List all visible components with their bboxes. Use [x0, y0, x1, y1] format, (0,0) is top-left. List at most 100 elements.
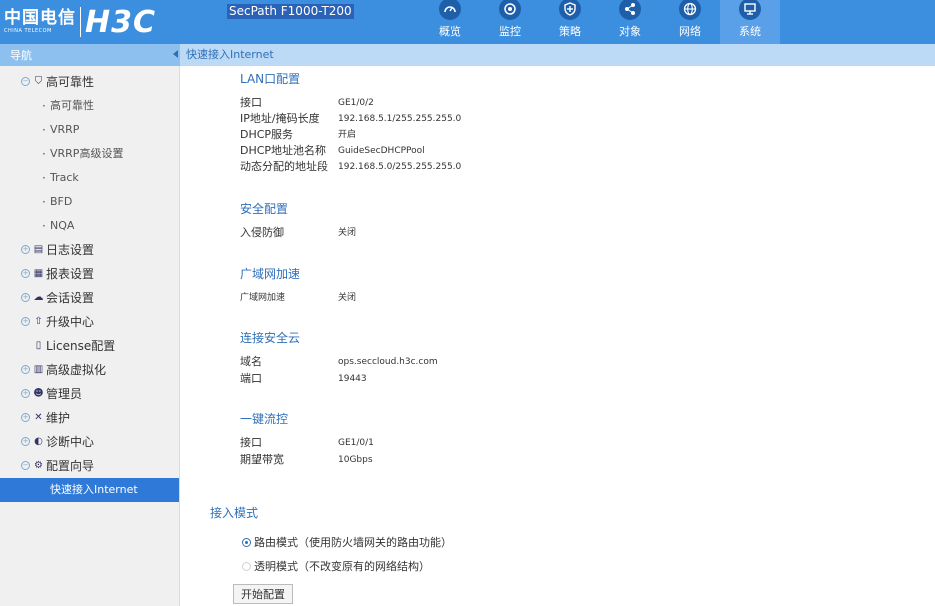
sidebar-item-track[interactable]: · Track — [0, 166, 179, 190]
globe-icon — [679, 0, 701, 20]
sidebar-item-label: 管理员 — [46, 387, 83, 401]
bullet: · — [42, 123, 46, 137]
lan-row: IP地址/掩码长度 192.168.5.1/255.255.255.0 — [240, 111, 461, 127]
collapse-sidebar-icon[interactable] — [173, 50, 178, 58]
field-label: 接口 — [240, 96, 262, 109]
sidebar-item-nqa[interactable]: · NQA — [0, 214, 179, 238]
logo-divider — [80, 7, 81, 37]
sidebar-item-label: 诊断中心 — [46, 435, 95, 449]
field-value: 10Gbps — [338, 455, 373, 465]
tab-network[interactable]: 网络 — [660, 0, 720, 44]
shield-icon — [559, 0, 581, 20]
sidebar-item-quick-internet[interactable]: 快速接入Internet — [0, 478, 179, 502]
expand-toggle-icon[interactable]: + — [21, 269, 30, 278]
radio-label: 路由模式（使用防火墙网关的路由功能） — [254, 536, 452, 549]
section-title-lan: LAN口配置 — [240, 72, 301, 86]
dashboard-icon — [439, 0, 461, 20]
sidebar-item-label: 报表设置 — [46, 267, 95, 281]
tab-system[interactable]: 系统 — [720, 0, 780, 44]
field-label: 域名 — [240, 355, 262, 368]
field-value: ops.seccloud.h3c.com — [338, 357, 438, 367]
field-value: 关闭 — [338, 228, 357, 238]
expand-toggle-icon[interactable]: + — [21, 293, 30, 302]
field-value: 关闭 — [338, 293, 357, 303]
tab-policy[interactable]: 策略 — [540, 0, 600, 44]
sidebar-item-label: 快速接入Internet — [50, 483, 138, 496]
telecom-logo-en: CHINA TELECOM — [4, 28, 52, 34]
field-value: GuideSecDHCPPool — [338, 146, 425, 156]
radio-unselected-icon[interactable] — [242, 562, 251, 571]
sidebar-item-report[interactable]: + ▦ 报表设置 — [0, 262, 179, 286]
section-title-cloud: 连接安全云 — [240, 331, 301, 345]
field-label: IP地址/掩码长度 — [240, 112, 320, 125]
bullet: · — [42, 219, 46, 233]
upgrade-icon: ⇧ — [34, 316, 43, 327]
bullet: · — [42, 171, 46, 185]
field-value: 192.168.5.0/255.255.255.0 — [338, 162, 462, 172]
sidebar-item-label: BFD — [50, 195, 73, 208]
sidebar-item-label: 维护 — [46, 411, 71, 425]
expand-toggle-icon[interactable]: + — [21, 365, 30, 374]
expand-toggle-icon[interactable]: − — [21, 461, 30, 470]
cloud-row: 端口 19443 — [240, 371, 367, 387]
expand-toggle-icon[interactable]: + — [21, 437, 30, 446]
tab-label: 网络 — [679, 25, 701, 38]
tab-monitor[interactable]: 监控 — [480, 0, 540, 44]
section-title-security: 安全配置 — [240, 202, 289, 216]
radio-selected-icon[interactable] — [242, 538, 251, 547]
expand-toggle-icon[interactable]: + — [21, 413, 30, 422]
security-row: 入侵防御 关闭 — [240, 225, 356, 241]
sidebar-item-label: Track — [50, 171, 79, 184]
expand-toggle-icon[interactable]: − — [21, 77, 30, 86]
sidebar-item-admin[interactable]: + ☻ 管理员 — [0, 382, 179, 406]
sidebar-item-ha[interactable]: − ⛉ 高可靠性 — [0, 70, 179, 94]
tab-objects[interactable]: 对象 — [600, 0, 660, 44]
sidebar-item-ha-sub[interactable]: · 高可靠性 — [0, 94, 179, 118]
sidebar-item-log[interactable]: + ▤ 日志设置 — [0, 238, 179, 262]
flow-row: 期望带宽 10Gbps — [240, 452, 373, 468]
h3c-logo: H3C — [85, 4, 156, 40]
report-icon: ▦ — [33, 268, 44, 279]
field-value: GE1/0/2 — [338, 98, 374, 108]
telecom-logo: 中国电信 CHINA TELECOM — [4, 10, 76, 34]
section-title-flow: 一键流控 — [240, 412, 289, 426]
field-label: 动态分配的地址段 — [240, 160, 328, 173]
bullet: · — [42, 195, 46, 209]
sidebar-item-license[interactable]: ▯ License配置 — [0, 334, 179, 358]
lan-row: 动态分配的地址段 192.168.5.0/255.255.255.0 — [240, 159, 461, 175]
virtual-icon: ▥ — [33, 364, 44, 375]
sidebar-item-bfd[interactable]: · BFD — [0, 190, 179, 214]
sidebar-item-upgrade[interactable]: + ⇧ 升级中心 — [0, 310, 179, 334]
sidebar-item-label: 高可靠性 — [46, 75, 95, 89]
expand-toggle-icon[interactable]: + — [21, 245, 30, 254]
sidebar-item-label: 日志设置 — [46, 243, 95, 257]
section-title-mode: 接入模式 — [210, 506, 259, 520]
lan-row: DHCP地址池名称 GuideSecDHCPPool — [240, 143, 425, 159]
sidebar-item-diagnose[interactable]: + ◐ 诊断中心 — [0, 430, 179, 454]
tab-label: 概览 — [439, 25, 461, 38]
expand-toggle-icon[interactable]: + — [21, 389, 30, 398]
tab-overview[interactable]: 概览 — [420, 0, 480, 44]
telecom-logo-cn: 中国电信 — [4, 8, 76, 28]
sidebar-item-label: 升级中心 — [46, 315, 95, 329]
expand-toggle-icon[interactable]: + — [21, 317, 30, 326]
field-label: DHCP服务 — [240, 128, 294, 141]
start-config-button[interactable]: 开始配置 — [233, 584, 293, 604]
field-value: 19443 — [338, 374, 367, 384]
bullet: · — [42, 99, 46, 113]
radio-route-mode[interactable]: 路由模式（使用防火墙网关的路由功能） — [242, 535, 452, 551]
lan-row: 接口 GE1/0/2 — [240, 95, 374, 111]
sidebar-item-label: VRRP高级设置 — [50, 147, 124, 160]
diagnose-icon: ◐ — [34, 436, 43, 447]
radio-transparent-mode[interactable]: 透明模式（不改变原有的网络结构） — [242, 559, 430, 575]
sidebar-item-wizard[interactable]: − ⚙ 配置向导 — [0, 454, 179, 478]
sidebar-item-virtualization[interactable]: + ▥ 高级虚拟化 — [0, 358, 179, 382]
flow-row: 接口 GE1/0/1 — [240, 435, 374, 451]
license-icon: ▯ — [35, 340, 42, 351]
sidebar-item-session[interactable]: + ☁ 会话设置 — [0, 286, 179, 310]
sidebar-item-label: 高级虚拟化 — [46, 363, 107, 377]
sidebar-item-maintenance[interactable]: + ✕ 维护 — [0, 406, 179, 430]
logo: 中国电信 CHINA TELECOM H3C — [4, 2, 156, 42]
sidebar-item-vrrp-advanced[interactable]: · VRRP高级设置 — [0, 142, 179, 166]
sidebar-item-vrrp[interactable]: · VRRP — [0, 118, 179, 142]
